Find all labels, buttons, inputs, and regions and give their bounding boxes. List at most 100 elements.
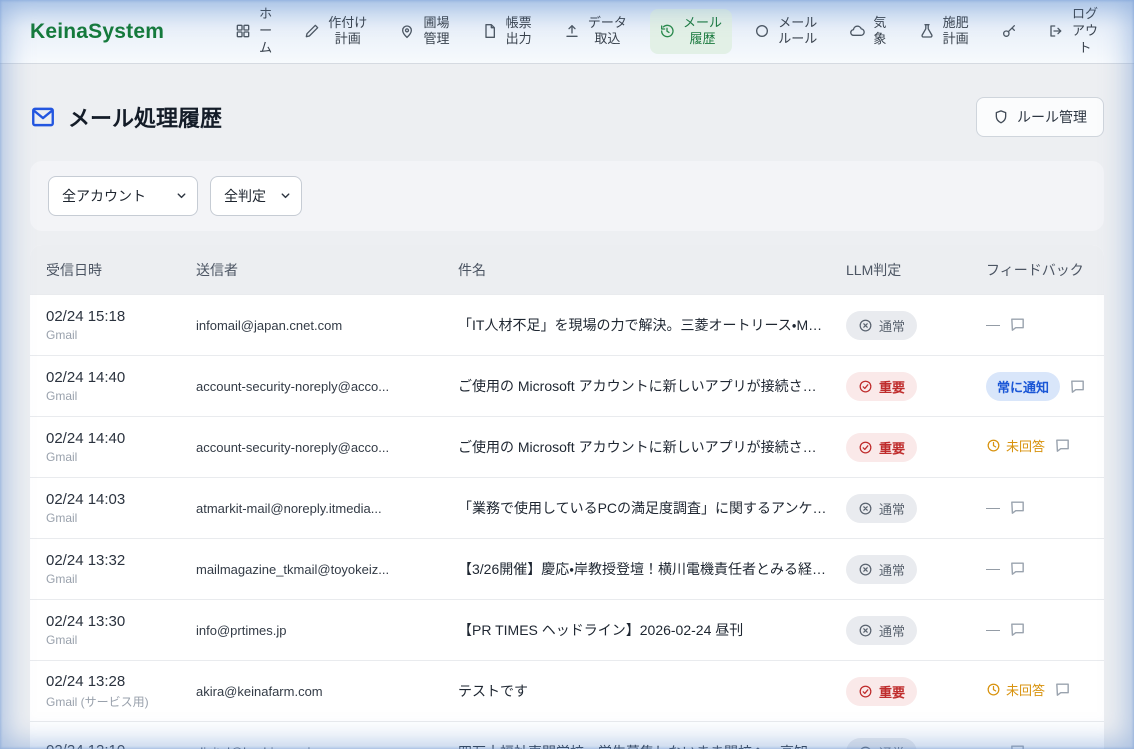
nav-item[interactable]: データ取込: [555, 9, 637, 55]
comment-bubble-icon[interactable]: [1009, 316, 1026, 333]
feedback-cell: —: [970, 499, 1104, 518]
mail-icon: [30, 104, 56, 130]
top-nav: KeinaSystem ホーム 作付け計画 圃場管理 帳票出力 データ取込 メー…: [0, 0, 1134, 64]
comment-bubble-icon[interactable]: [1009, 743, 1026, 749]
nav-item[interactable]: [992, 17, 1026, 45]
judgment-badge: 通常: [846, 494, 917, 523]
grid-icon: [235, 23, 251, 39]
subject-cell: 四万十福祉専門学校 学生募集しないまま開校へ 高知県...: [442, 742, 830, 749]
nav-item[interactable]: メールルール: [745, 9, 827, 55]
table-header-row: 受信日時 送信者 件名 LLM判定 フィードバック: [30, 245, 1104, 294]
rule-manage-button[interactable]: ルール管理: [976, 97, 1104, 137]
received-datetime: 02/24 15:18: [46, 308, 180, 325]
x-circle-icon: [858, 318, 873, 333]
nav-item[interactable]: 気象: [840, 9, 896, 55]
nav-item[interactable]: 作付け計画: [295, 9, 377, 55]
comment-bubble-icon[interactable]: [1054, 681, 1071, 698]
nav-item[interactable]: 圃場管理: [390, 9, 459, 55]
judgment-badge: 重要: [846, 372, 917, 401]
history-icon: [659, 23, 675, 39]
mail-history-table: 受信日時 送信者 件名 LLM判定 フィードバック 02/24 15:18 Gm…: [30, 245, 1104, 749]
received-datetime: 02/24 13:28: [46, 673, 180, 690]
received-cell: 02/24 13:28 Gmail (サービス用): [30, 673, 180, 710]
logout-icon: [1048, 23, 1064, 39]
received-datetime: 02/24 14:40: [46, 369, 180, 386]
account-label: Gmail (サービス用): [46, 693, 180, 710]
check-circle-icon: [858, 379, 873, 394]
nav-item-label: 帳票出力: [505, 15, 533, 49]
shield-icon: [993, 109, 1009, 125]
brand-logo[interactable]: KeinaSystem: [30, 20, 164, 44]
table-row[interactable]: 02/24 12:10 digital@kochinews.jp 四万十福祉専門…: [30, 721, 1104, 749]
account-filter[interactable]: 全アカウント: [49, 177, 197, 215]
sender-cell: account-security-noreply@acco...: [180, 440, 442, 455]
judgment-badge: 通常: [846, 555, 917, 584]
judgment-cell: 通常: [830, 494, 970, 523]
x-circle-icon: [858, 562, 873, 577]
nav-item[interactable]: ログアウト: [1039, 0, 1108, 63]
table-row[interactable]: 02/24 14:40 Gmail account-security-norep…: [30, 416, 1104, 477]
judgment-badge: 通常: [846, 738, 917, 749]
table-body: 02/24 15:18 Gmail infomail@japan.cnet.co…: [30, 294, 1104, 749]
check-circle-icon: [858, 684, 873, 699]
judgment-badge: 通常: [846, 311, 917, 340]
received-cell: 02/24 13:32 Gmail: [30, 552, 180, 586]
nav-item-label: 作付け計画: [327, 15, 368, 49]
received-cell: 02/24 13:30 Gmail: [30, 613, 180, 647]
judgment-label: 通常: [879, 316, 905, 335]
col-header-subject: 件名: [442, 260, 830, 280]
received-cell: 02/24 14:40 Gmail: [30, 430, 180, 464]
judgment-filter-select[interactable]: 全判定: [210, 176, 302, 216]
feedback-none: —: [986, 499, 1000, 515]
table-row[interactable]: 02/24 14:40 Gmail account-security-norep…: [30, 355, 1104, 416]
subject-cell: 【PR TIMES ヘッドライン】2026-02-24 昼刊: [442, 620, 830, 640]
comment-bubble-icon[interactable]: [1069, 378, 1086, 395]
judgment-cell: 通常: [830, 616, 970, 645]
comment-bubble-icon[interactable]: [1009, 560, 1026, 577]
account-label: Gmail: [46, 328, 180, 342]
document-icon: [482, 23, 498, 39]
feedback-none: —: [986, 316, 1000, 332]
feedback-cell: —: [970, 316, 1104, 335]
flask-icon: [919, 23, 935, 39]
feedback-unanswered: 未回答: [986, 436, 1045, 455]
sender-cell: akira@keinafarm.com: [180, 684, 442, 699]
feedback-none: —: [986, 743, 1000, 749]
feedback-none: —: [986, 560, 1000, 576]
upload-icon: [564, 23, 580, 39]
page-title: メール処理履歴: [30, 101, 222, 133]
comment-bubble-icon[interactable]: [1054, 437, 1071, 454]
comment-bubble-icon[interactable]: [1009, 499, 1026, 516]
nav-item[interactable]: メール履歴: [650, 9, 732, 55]
table-row[interactable]: 02/24 13:30 Gmail info@prtimes.jp 【PR TI…: [30, 599, 1104, 660]
table-row[interactable]: 02/24 14:03 Gmail atmarkit-mail@noreply.…: [30, 477, 1104, 538]
col-header-received: 受信日時: [30, 260, 180, 280]
judgment-cell: 通常: [830, 738, 970, 749]
table-row[interactable]: 02/24 13:28 Gmail (サービス用) akira@keinafar…: [30, 660, 1104, 721]
judgment-label: 重要: [879, 682, 905, 701]
comment-bubble-icon[interactable]: [1009, 621, 1026, 638]
x-circle-icon: [858, 501, 873, 516]
subject-cell: 「IT人材不足」を現場の力で解決。三菱オートリース・MS & AD...: [442, 315, 830, 335]
nav-item[interactable]: 帳票出力: [473, 9, 542, 55]
table-row[interactable]: 02/24 15:18 Gmail infomail@japan.cnet.co…: [30, 294, 1104, 355]
received-datetime: 02/24 13:30: [46, 613, 180, 630]
feedback-cell: 未回答: [970, 436, 1104, 458]
subject-cell: ご使用の Microsoft アカウントに新しいアプリが接続されました: [442, 437, 830, 457]
filter-bar: 全アカウント 全判定: [30, 161, 1104, 231]
account-filter-select[interactable]: 全アカウント: [48, 176, 198, 216]
judgment-label: 通常: [879, 743, 905, 749]
received-datetime: 02/24 14:40: [46, 430, 180, 447]
account-label: Gmail: [46, 389, 180, 403]
judgment-cell: 通常: [830, 555, 970, 584]
feedback-cell: —: [970, 743, 1104, 749]
judgment-filter[interactable]: 全判定: [211, 177, 301, 215]
table-row[interactable]: 02/24 13:32 Gmail mailmagazine_tkmail@to…: [30, 538, 1104, 599]
subject-cell: テストです: [442, 681, 830, 701]
feedback-unanswered: 未回答: [986, 680, 1045, 699]
feedback-cell: 常に通知: [970, 372, 1104, 401]
nav-item[interactable]: ホーム: [226, 0, 282, 63]
nav-item[interactable]: 施肥計画: [910, 9, 979, 55]
judgment-cell: 重要: [830, 433, 970, 462]
account-label: Gmail: [46, 450, 180, 464]
